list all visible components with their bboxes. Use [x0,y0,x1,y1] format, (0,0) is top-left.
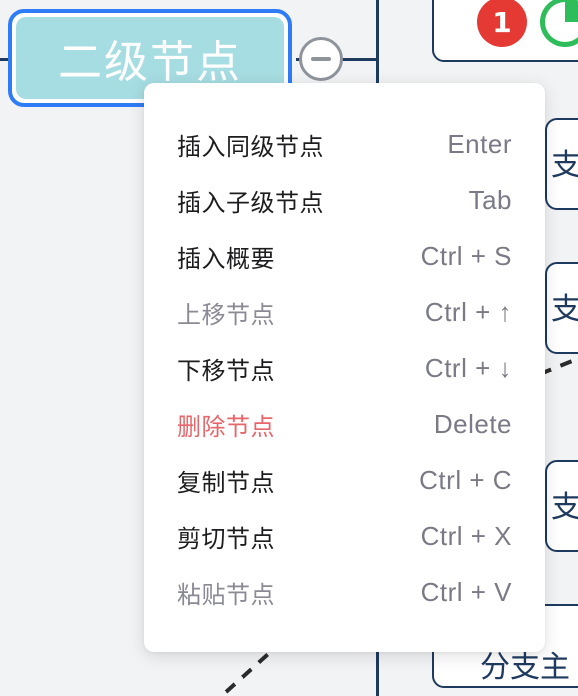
menu-item-move-up[interactable]: 上移节点 Ctrl + ↑ [144,284,545,340]
menu-item-shortcut: Tab [468,184,512,215]
menu-item-shortcut: Ctrl + ↓ [424,352,512,383]
menu-item-delete[interactable]: 删除节点 Delete [144,396,545,452]
menu-item-shortcut: Ctrl + C [419,464,512,495]
menu-item-label: 下移节点 [177,356,275,385]
menu-item-move-down[interactable]: 下移节点 Ctrl + ↓ [144,340,545,396]
menu-item-insert-child[interactable]: 插入子级节点 Tab [144,172,545,228]
menu-item-label: 剪切节点 [177,524,275,553]
topic-label: 支主 [551,292,578,327]
topic-node[interactable]: 支主 [545,118,578,210]
menu-item-shortcut: Enter [447,128,512,159]
menu-item-shortcut: Ctrl + V [420,576,512,607]
menu-item-cut[interactable]: 剪切节点 Ctrl + X [144,508,545,564]
collapse-icon[interactable] [299,37,343,81]
menu-item-shortcut: Ctrl + ↑ [424,296,512,327]
menu-item-label: 上移节点 [177,300,275,329]
menu-item-label: 复制节点 [177,468,275,497]
context-menu: 插入同级节点 Enter 插入子级节点 Tab 插入概要 Ctrl + S 上移… [144,83,545,652]
menu-item-label: 插入子级节点 [177,188,324,217]
topic-label: 支主 [551,490,578,525]
menu-item-label: 删除节点 [177,412,275,441]
menu-item-copy[interactable]: 复制节点 Ctrl + C [144,452,545,508]
menu-item-shortcut: Ctrl + X [420,520,512,551]
menu-item-label: 粘贴节点 [177,580,275,609]
menu-item-insert-sibling[interactable]: 插入同级节点 Enter [144,116,545,172]
menu-item-insert-summary[interactable]: 插入概要 Ctrl + S [144,228,545,284]
menu-item-shortcut: Delete [433,408,512,439]
topic-label: 支主 [551,148,578,183]
topic-node[interactable]: 支主 [545,262,578,354]
menu-item-paste[interactable]: 粘贴节点 Ctrl + V [144,564,545,620]
topic-node[interactable]: 支主 [545,460,578,552]
menu-item-shortcut: Ctrl + S [420,240,512,271]
notification-count: 1 [492,5,512,39]
menu-item-label: 插入概要 [177,244,275,273]
menu-item-label: 插入同级节点 [177,132,324,161]
